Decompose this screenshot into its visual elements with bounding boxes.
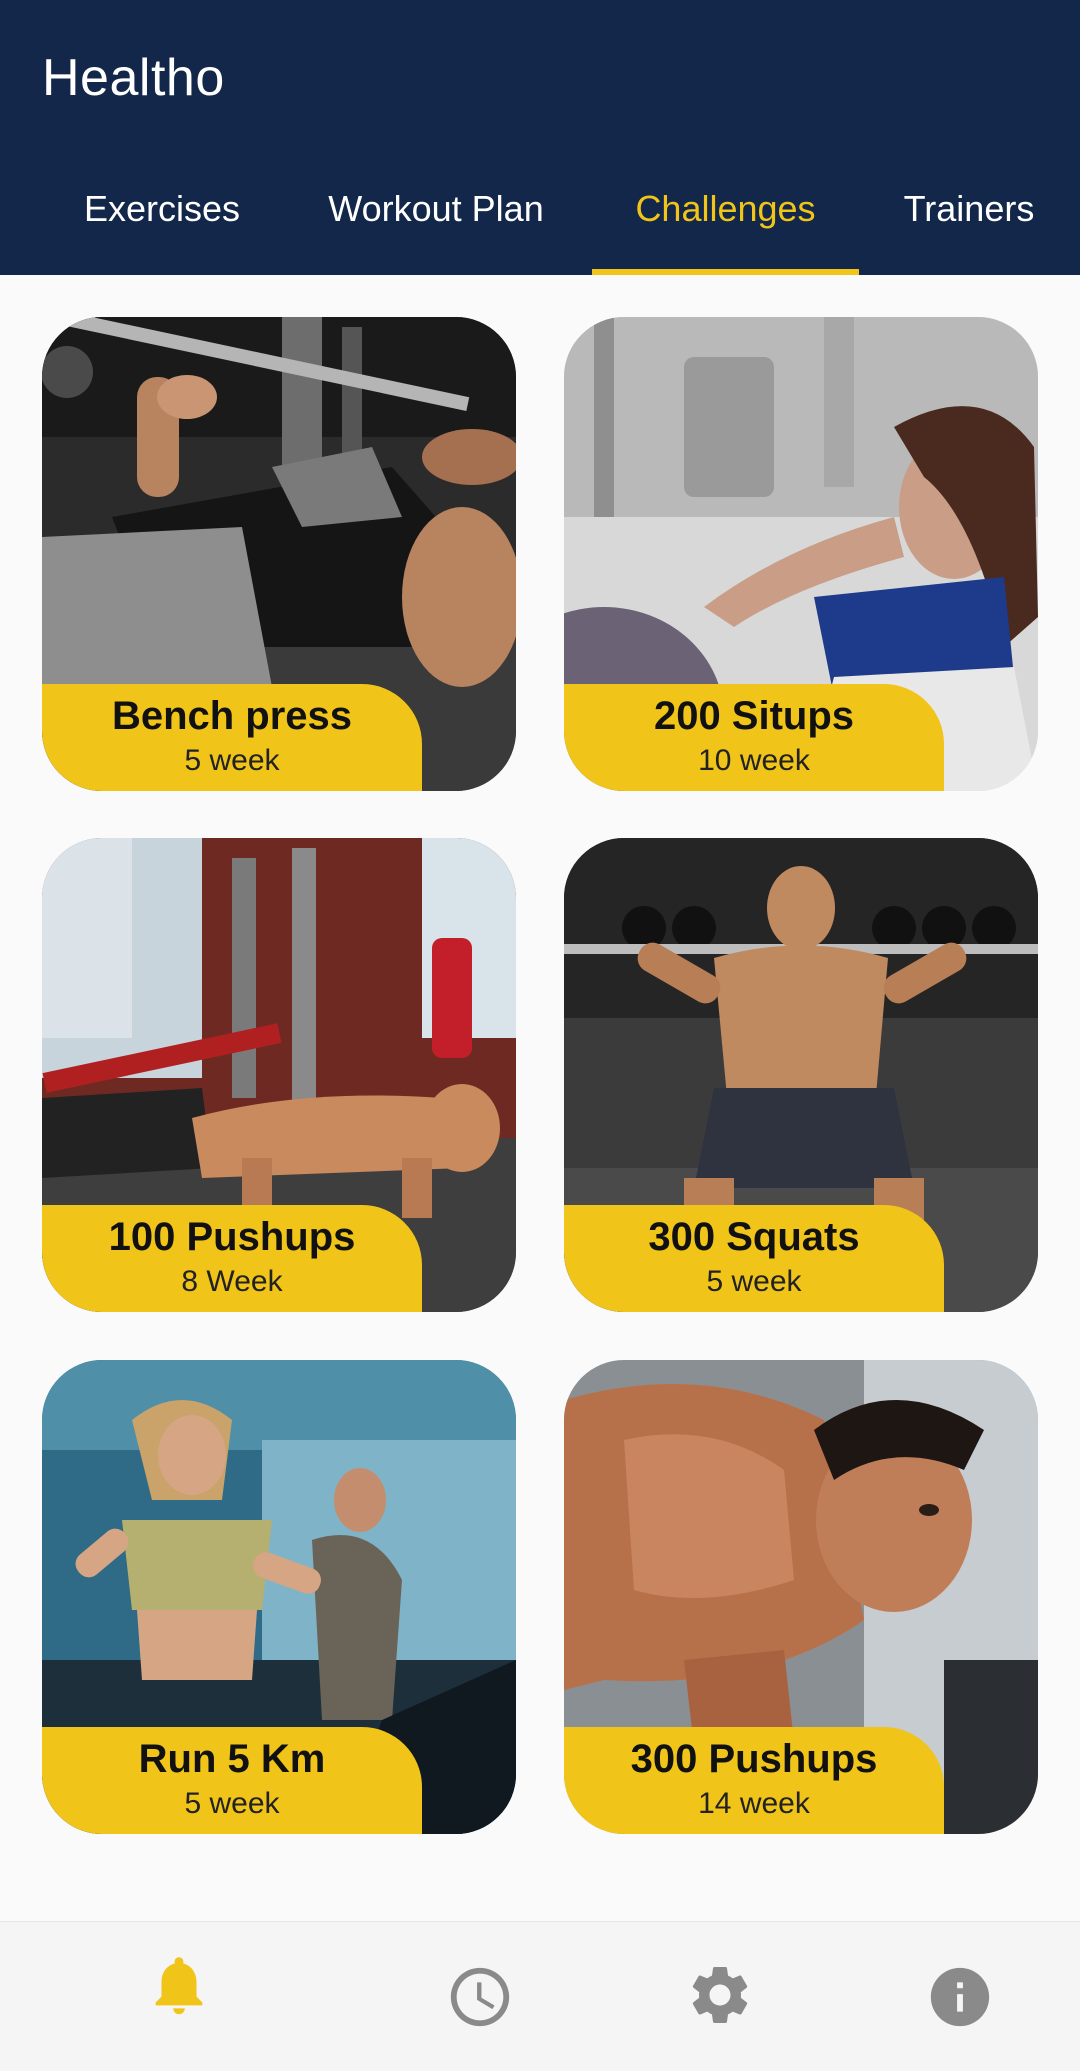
challenge-duration: 5 week [184,744,280,777]
challenge-card-200-situps[interactable]: 200 Situps 10 week [564,317,1038,791]
app-header: Healtho Exercises Workout Plan Challenge… [0,0,1080,275]
challenge-duration: 10 week [698,744,810,777]
tab-trainers[interactable]: Trainers [890,188,1048,248]
challenge-label: Run 5 Km 5 week [42,1727,422,1834]
bottom-navigation [0,1921,1080,2071]
challenge-duration: 5 week [184,1787,280,1820]
gear-icon [692,1967,748,2023]
active-tab-indicator [592,269,859,275]
tab-exercises[interactable]: Exercises [62,188,262,248]
bell-icon [155,1957,203,2015]
tab-challenges[interactable]: Challenges [612,188,839,248]
challenge-label: 200 Situps 10 week [564,684,944,791]
challenge-title: Run 5 Km [138,1737,326,1781]
challenge-duration: 5 week [706,1265,802,1298]
challenge-label: 300 Pushups 14 week [564,1727,944,1834]
challenge-label: 300 Squats 5 week [564,1205,944,1312]
challenge-title: 100 Pushups [108,1215,356,1259]
challenge-card-100-pushups[interactable]: 100 Pushups 8 Week [42,838,516,1312]
clock-icon [450,1967,510,2027]
challenge-card-300-squats[interactable]: 300 Squats 5 week [564,838,1038,1312]
nav-info[interactable] [925,1962,995,2032]
app-title: Healtho [42,49,225,107]
nav-history[interactable] [445,1962,515,2032]
challenge-title: Bench press [111,694,353,738]
challenge-label: 100 Pushups 8 Week [42,1205,422,1312]
challenge-card-run-5-km[interactable]: Run 5 Km 5 week [42,1360,516,1834]
challenge-card-300-pushups[interactable]: 300 Pushups 14 week [564,1360,1038,1834]
challenge-title: 300 Pushups [630,1737,878,1781]
challenge-duration: 14 week [698,1787,810,1820]
challenge-duration: 8 Week [181,1265,283,1298]
challenge-title: 300 Squats [648,1215,860,1259]
challenge-label: Bench press 5 week [42,684,422,791]
challenge-title: 200 Situps [653,694,855,738]
challenge-card-bench-press[interactable]: Bench press 5 week [42,317,516,791]
tab-workout-plan[interactable]: Workout Plan [318,188,554,248]
nav-settings[interactable] [685,1960,755,2030]
info-icon [930,1967,990,2027]
tab-bar: Exercises Workout Plan Challenges Traine… [0,170,1080,275]
nav-notifications[interactable] [144,1950,214,2020]
